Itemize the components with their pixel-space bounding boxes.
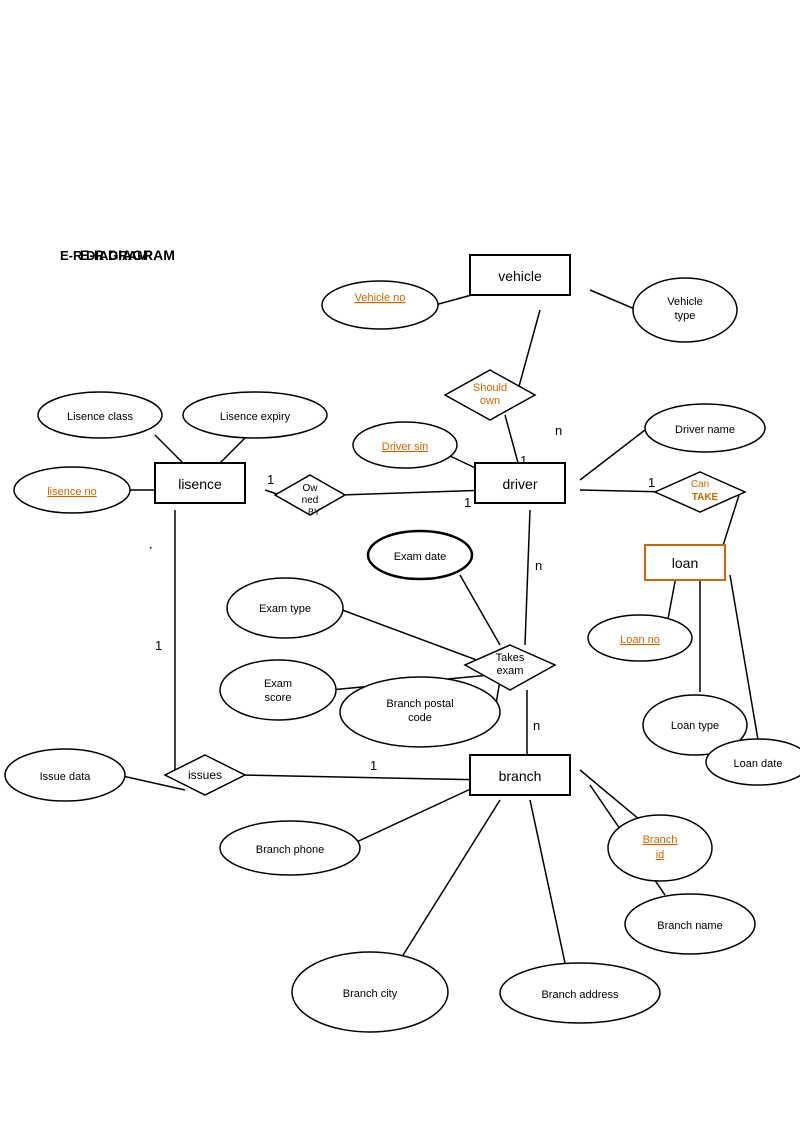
attr-driver-name-label: Driver name (675, 424, 735, 436)
entity-driver-label: driver (502, 476, 537, 492)
label-n-should-own: n (555, 423, 562, 438)
attr-exam-date-label: Exam date (394, 551, 447, 563)
attr-branch-id (608, 815, 712, 881)
diagram-title: E-R DIAGRAM (60, 248, 148, 263)
rel-takes-exam-label2: exam (497, 665, 524, 677)
label-1-can-take: 1 (648, 475, 655, 490)
label-n-driver-takes: n (535, 558, 542, 573)
rel-can-take-label: Can (691, 479, 709, 490)
attr-vehicle-no (322, 281, 438, 329)
attr-loan-date-label: Loan date (734, 758, 783, 770)
attr-vehicle-type-label2: type (675, 310, 696, 322)
attr-branch-city-label: Branch city (343, 988, 398, 1000)
rel-owned-by-label2: ned (302, 495, 319, 506)
rel-can-take-label2: TAKE (692, 492, 719, 503)
entity-loan-label: loan (672, 555, 698, 571)
rel-takes-exam-label: Takes (496, 652, 525, 664)
attr-issue-data-label: Issue data (40, 771, 92, 783)
label-n-takes-branch: n (533, 718, 540, 733)
attr-vehicle-no-label: Vehicle no (355, 292, 406, 304)
label-1-issues-branch: 1 (370, 758, 377, 773)
attr-driver-sin-label: Driver sin (382, 441, 428, 453)
attr-lisence-no-label: lisence no (47, 486, 97, 498)
label-1-driver-owned: 1 (464, 495, 471, 510)
attr-branch-postal-label2: code (408, 712, 432, 724)
attr-branch-id-label2: id (656, 849, 665, 861)
rel-owned-by-label3: BY (308, 507, 320, 517)
attr-exam-score (220, 660, 336, 720)
attr-vehicle-type-label: Vehicle (667, 296, 702, 308)
attr-branch-phone-label: Branch phone (256, 844, 325, 856)
attr-loan-no-label: Loan no (620, 634, 660, 646)
entity-branch-label: branch (499, 768, 542, 784)
attr-lisence-class-label: Lisence class (67, 411, 134, 423)
attr-exam-score-label: Exam (264, 678, 292, 690)
rel-owned-by-label: Ow (303, 483, 319, 494)
attr-loan-type-label: Loan type (671, 720, 719, 732)
er-diagram: n 1 1 1 1 n n (0, 0, 800, 1131)
label-1-owned-lisence: 1 (267, 472, 274, 487)
rel-should-own-label: Should (473, 382, 507, 394)
entity-vehicle-label: vehicle (498, 268, 542, 284)
dot-label: · (148, 539, 153, 556)
attr-branch-postal-label: Branch postal (386, 698, 453, 710)
entity-lisence-label: lisence (178, 476, 222, 492)
attr-branch-name-label: Branch name (657, 920, 722, 932)
attr-branch-id-label: Branch (643, 834, 678, 846)
attr-lisence-expiry-label: Lisence expiry (220, 411, 291, 423)
attr-exam-score-label2: score (265, 692, 292, 704)
rel-issues-label: issues (188, 768, 222, 782)
attr-exam-type-label: Exam type (259, 603, 311, 615)
attr-branch-address-label: Branch address (541, 989, 619, 1001)
rel-should-own-label2: own (480, 395, 500, 407)
label-1-lisence-issues: 1 (155, 638, 162, 653)
